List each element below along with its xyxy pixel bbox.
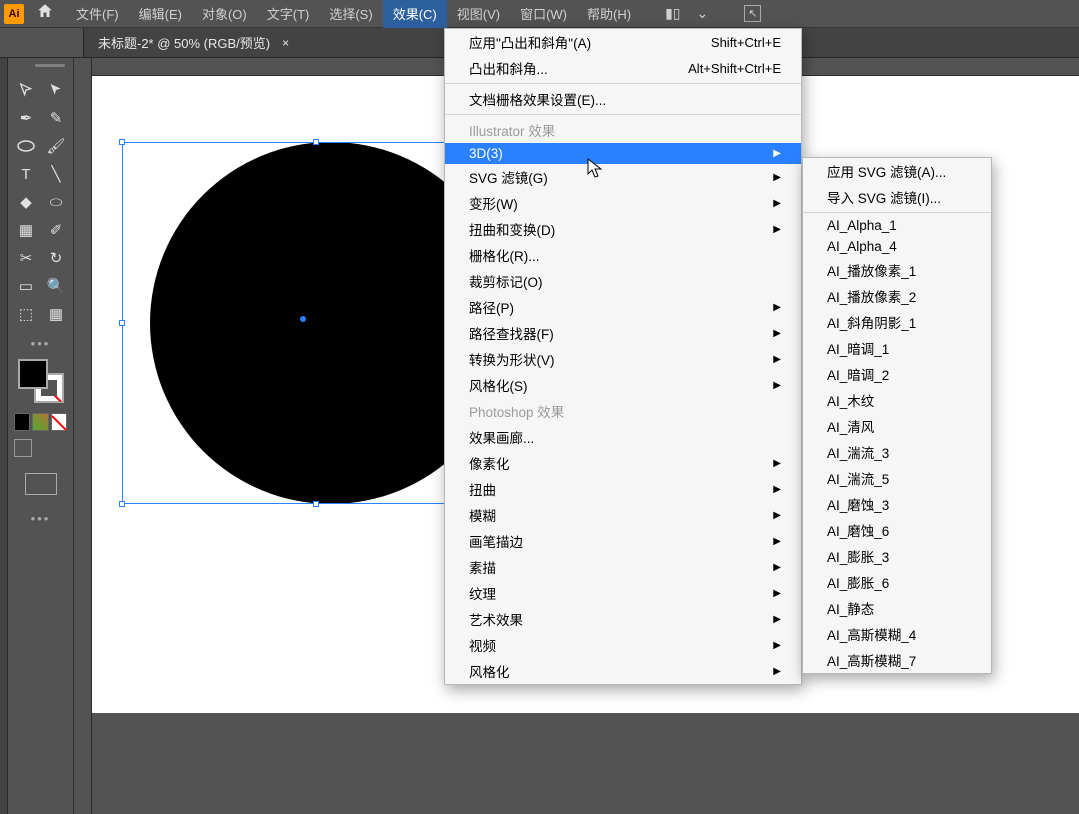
effect-ps-8[interactable]: 视频▶ bbox=[445, 632, 801, 658]
toolbox-more[interactable]: ••• bbox=[8, 336, 73, 351]
hand-tool[interactable]: ⬚ bbox=[12, 302, 40, 326]
left-rail bbox=[0, 58, 8, 814]
apply-last-effect[interactable]: 应用"凸出和斜角"(A) Shift+Ctrl+E bbox=[445, 29, 801, 55]
svg-filter-submenu: 应用 SVG 滤镜(A)...导入 SVG 滤镜(I)... AI_Alpha_… bbox=[802, 157, 992, 674]
effect-ai-1[interactable]: SVG 滤镜(G)▶ bbox=[445, 164, 801, 190]
eyedropper-tool[interactable]: ✐ bbox=[42, 218, 70, 242]
direct-selection-tool[interactable] bbox=[42, 78, 70, 102]
effect-ps-4[interactable]: 画笔描边▶ bbox=[445, 528, 801, 554]
scissors-tool[interactable]: ✂ bbox=[12, 246, 40, 270]
effect-ps-2[interactable]: 扭曲▶ bbox=[445, 476, 801, 502]
line-tool[interactable]: ╲ bbox=[42, 162, 70, 186]
menu-object[interactable]: 对象(O) bbox=[192, 0, 257, 28]
menu-view[interactable]: 视图(V) bbox=[447, 0, 510, 28]
toolbox-dots: ••• bbox=[8, 511, 73, 526]
curvature-tool[interactable]: ✎ bbox=[42, 106, 70, 130]
paintbrush-tool[interactable]: 🖌 bbox=[42, 134, 70, 158]
doc-raster-settings[interactable]: 文档栅格效果设置(E)... bbox=[445, 86, 801, 112]
home-icon[interactable] bbox=[36, 2, 54, 25]
file-tab[interactable]: 未标题-2* @ 50% (RGB/预览) × bbox=[84, 28, 303, 57]
section-illustrator: Illustrator 效果 bbox=[445, 117, 801, 143]
menu-file[interactable]: 文件(F) bbox=[66, 0, 129, 28]
effect-ps-7[interactable]: 艺术效果▶ bbox=[445, 606, 801, 632]
effects-dropdown: 应用"凸出和斜角"(A) Shift+Ctrl+E 凸出和斜角... Alt+S… bbox=[444, 28, 802, 685]
app-icon: Ai bbox=[4, 4, 24, 24]
shape-builder-tool[interactable]: ◆ bbox=[12, 190, 40, 214]
gradient-tool[interactable]: ▦ bbox=[12, 218, 40, 242]
effect-ps-9[interactable]: 风格化▶ bbox=[445, 658, 801, 684]
effect-ai-3[interactable]: 扭曲和变换(D)▶ bbox=[445, 216, 801, 242]
ellipse-tool[interactable] bbox=[12, 134, 40, 158]
selection-tool[interactable] bbox=[12, 78, 40, 102]
tab-title: 未标题-2* @ 50% (RGB/预览) bbox=[98, 33, 270, 52]
none-mode[interactable] bbox=[51, 413, 67, 431]
pen-tool[interactable]: ✒ bbox=[12, 106, 40, 130]
menu-window[interactable]: 窗口(W) bbox=[510, 0, 577, 28]
artboard-tool[interactable]: ▭ bbox=[12, 274, 40, 298]
center-point bbox=[300, 316, 306, 322]
menu-effect[interactable]: 效果(C) bbox=[383, 0, 447, 28]
doc-layout-icons: ▮▯ ⌄ ↖ bbox=[665, 5, 761, 22]
grid-tool[interactable]: ▦ bbox=[42, 302, 70, 326]
vertical-ruler bbox=[74, 58, 92, 814]
effect-ai-4[interactable]: 栅格化(R)... bbox=[445, 242, 801, 268]
menu-select[interactable]: 选择(S) bbox=[319, 0, 382, 28]
effect-ai-0[interactable]: 3D(3)▶ bbox=[445, 143, 801, 164]
effect-ai-2[interactable]: 变形(W)▶ bbox=[445, 190, 801, 216]
effect-ps-3[interactable]: 模糊▶ bbox=[445, 502, 801, 528]
effect-ai-9[interactable]: 风格化(S)▶ bbox=[445, 372, 801, 398]
rotate-tool[interactable]: ↻ bbox=[42, 246, 70, 270]
effect-ps-0[interactable]: 效果画廊... bbox=[445, 424, 801, 450]
dropdown-icon[interactable]: ⌄ bbox=[696, 5, 708, 22]
effect-ps-6[interactable]: 纹理▶ bbox=[445, 580, 801, 606]
type-tool[interactable]: T bbox=[12, 162, 40, 186]
menu-help[interactable]: 帮助(H) bbox=[577, 0, 641, 28]
menu-type[interactable]: 文字(T) bbox=[257, 0, 320, 28]
top-bar: Ai 文件(F) 编辑(E) 对象(O) 文字(T) 选择(S) 效果(C) 视… bbox=[0, 0, 1079, 28]
menu-edit[interactable]: 编辑(E) bbox=[129, 0, 192, 28]
draw-mode[interactable] bbox=[14, 439, 32, 457]
effect-ai-7[interactable]: 路径查找器(F)▶ bbox=[445, 320, 801, 346]
effect-ai-6[interactable]: 路径(P)▶ bbox=[445, 294, 801, 320]
gradient-mode[interactable] bbox=[32, 413, 48, 431]
tab-close[interactable]: × bbox=[282, 36, 289, 50]
fill-swatch[interactable] bbox=[18, 359, 48, 389]
effect-ps-5[interactable]: 素描▶ bbox=[445, 554, 801, 580]
screen-mode[interactable] bbox=[25, 473, 57, 495]
touch-icon[interactable]: ↖ bbox=[744, 5, 761, 22]
zoom-tool[interactable]: 🔍 bbox=[42, 274, 70, 298]
last-effect[interactable]: 凸出和斜角... Alt+Shift+Ctrl+E bbox=[445, 55, 801, 81]
svg-sub-top-0[interactable]: 应用 SVG 滤镜(A)... bbox=[803, 158, 991, 184]
toolbox: ✒ ✎ 🖌 T ╲ ◆ ⬭ ▦ ✐ ✂ ↻ ▭ 🔍 ⬚ ▦ ••• bbox=[8, 58, 74, 814]
effect-ai-5[interactable]: 裁剪标记(O) bbox=[445, 268, 801, 294]
arrange-icon[interactable]: ▮▯ bbox=[665, 5, 680, 22]
menubar: 文件(F) 编辑(E) 对象(O) 文字(T) 选择(S) 效果(C) 视图(V… bbox=[66, 0, 641, 27]
effect-ai-8[interactable]: 转换为形状(V)▶ bbox=[445, 346, 801, 372]
color-mode[interactable] bbox=[14, 413, 30, 431]
svg-sub-top-1[interactable]: 导入 SVG 滤镜(I)... bbox=[803, 184, 991, 210]
blob-brush-tool[interactable]: ⬭ bbox=[42, 190, 70, 214]
fill-stroke-swatch[interactable] bbox=[18, 359, 64, 403]
section-photoshop: Photoshop 效果 bbox=[445, 398, 801, 424]
effect-ps-1[interactable]: 像素化▶ bbox=[445, 450, 801, 476]
